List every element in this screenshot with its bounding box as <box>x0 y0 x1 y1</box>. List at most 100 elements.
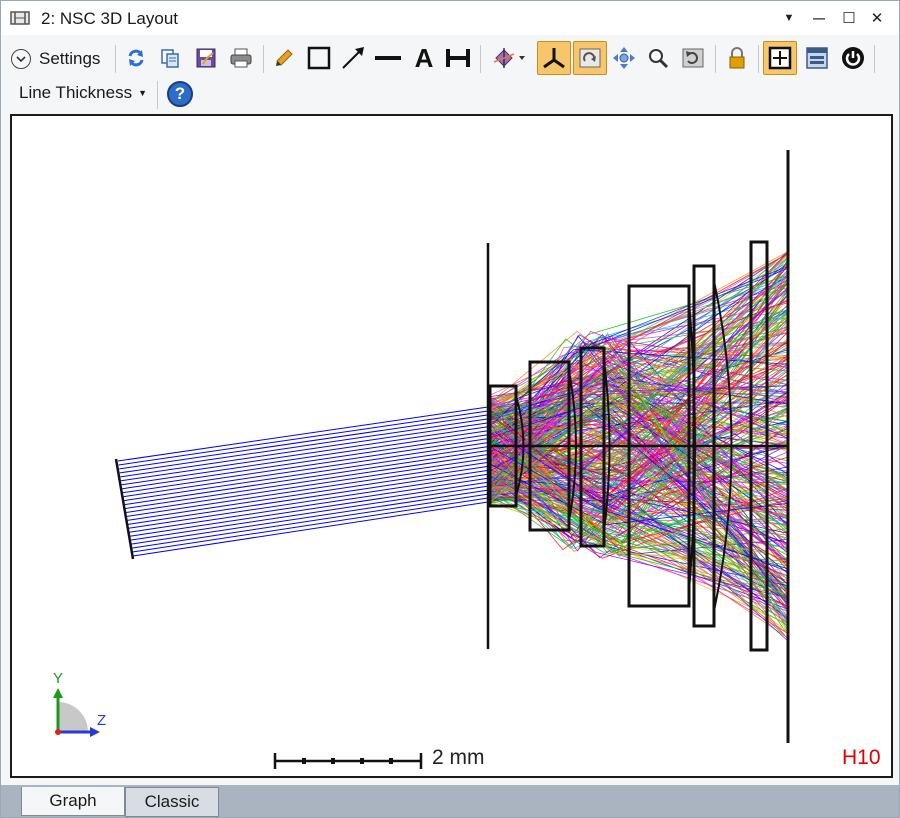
blue-ray <box>129 481 489 537</box>
zoom-icon <box>649 49 669 69</box>
rotate-axes-dropdown[interactable] <box>489 43 529 73</box>
blue-ray <box>121 426 489 482</box>
line-icon <box>375 56 401 60</box>
line-thickness-label: Line Thickness <box>19 83 133 102</box>
stop-icon <box>842 47 864 69</box>
refresh-button[interactable] <box>121 43 151 73</box>
axis-x-origin <box>55 729 61 735</box>
blue-ray <box>127 465 489 521</box>
window-title: 2: NSC 3D Layout <box>41 9 179 28</box>
blue-ray <box>130 485 489 541</box>
blue-ray <box>120 422 489 478</box>
blue-ray <box>132 497 489 553</box>
dimension-icon <box>446 49 470 67</box>
save-icon <box>196 48 216 68</box>
zoom-button[interactable] <box>643 43 673 73</box>
toolbar-separator <box>715 45 716 73</box>
line-thickness-dropdown[interactable]: Line Thickness ▼ <box>19 83 147 103</box>
pencil-icon <box>276 49 293 66</box>
toolbar-separator <box>263 45 264 73</box>
rotate-axes-icon <box>493 48 525 68</box>
fit-icon <box>768 46 792 70</box>
stop-button[interactable] <box>838 43 868 73</box>
toolbar-separator <box>157 81 158 109</box>
configuration-label: H10 <box>842 746 881 769</box>
blue-ray <box>126 461 489 517</box>
source-plane <box>114 458 135 560</box>
help-button[interactable]: ? <box>167 81 193 107</box>
incoming-ray-bundle <box>117 406 489 557</box>
copy-button[interactable] <box>155 43 185 73</box>
reset-view-button[interactable] <box>678 43 708 73</box>
toolbar-separator <box>758 45 759 73</box>
blue-ray <box>124 450 489 506</box>
blue-ray <box>124 446 489 502</box>
title-bar: 2: NSC 3D Layout ▼ — ☐ ✕ <box>1 1 899 35</box>
rotate-view-button[interactable] <box>573 41 607 75</box>
pan-icon <box>613 47 635 69</box>
window: 2: NSC 3D Layout ▼ — ☐ ✕ Settings A Line… <box>0 0 900 818</box>
pan-button[interactable] <box>609 43 639 73</box>
blue-ray <box>121 430 489 486</box>
axes-icon <box>543 48 565 69</box>
reset-view-icon <box>682 48 704 68</box>
pencil-tool-button[interactable] <box>269 43 299 73</box>
blue-ray <box>127 469 489 525</box>
toolbar-separator <box>115 45 116 73</box>
toolbar-separator <box>874 45 875 73</box>
refresh-icon <box>128 49 144 67</box>
maximize-button[interactable]: ☐ <box>837 7 861 29</box>
chevron-down-icon <box>11 49 31 69</box>
copy-icon <box>161 49 179 68</box>
blue-ray <box>125 454 489 509</box>
fit-view-button[interactable] <box>763 41 797 75</box>
settings-label: Settings <box>39 49 101 68</box>
blue-ray <box>128 473 489 529</box>
print-button[interactable] <box>226 43 256 73</box>
toolbar-separator <box>480 45 481 73</box>
window-menu-dropdown-icon[interactable]: ▼ <box>777 7 801 29</box>
layout-window-icon <box>10 11 30 25</box>
dropdown-arrow-icon: ▼ <box>138 88 148 98</box>
axes-view-button[interactable] <box>537 41 571 75</box>
blue-ray <box>126 457 489 513</box>
blue-ray <box>117 406 489 462</box>
line-tool-button[interactable] <box>373 43 403 73</box>
save-button[interactable] <box>191 43 221 73</box>
axis-y-label: Y <box>53 670 64 687</box>
layout-plot <box>53 150 790 769</box>
lock-icon <box>729 47 745 69</box>
axis-y-arrowhead <box>53 688 63 698</box>
dimension-tool-button[interactable] <box>443 43 473 73</box>
arrow-tool-button[interactable] <box>338 43 368 73</box>
rectangle-icon <box>307 46 331 70</box>
blue-ray <box>119 418 489 474</box>
blue-ray <box>122 438 489 494</box>
plot-annotations <box>53 688 423 769</box>
print-icon <box>230 48 252 68</box>
blue-ray <box>129 477 489 533</box>
blue-ray <box>131 489 489 545</box>
blue-ray <box>132 501 489 557</box>
minimize-button[interactable]: — <box>807 7 831 29</box>
rectangle-tool-button[interactable] <box>304 43 334 73</box>
window-options-button[interactable] <box>802 43 832 73</box>
blue-ray <box>122 434 489 490</box>
blue-ray <box>123 442 489 498</box>
arrow-icon <box>342 47 364 69</box>
layout-plot-area[interactable]: 2 mm H10 Y Z <box>10 114 893 778</box>
close-button[interactable]: ✕ <box>865 7 889 29</box>
window-icon <box>806 47 828 69</box>
tab-classic[interactable]: Classic <box>125 787 219 817</box>
rotate-view-icon <box>579 48 601 68</box>
tab-graph[interactable]: Graph <box>21 787 125 816</box>
axis-z-label: Z <box>97 712 107 729</box>
settings-button[interactable]: Settings <box>11 45 100 73</box>
text-icon: A <box>414 42 434 73</box>
lock-button[interactable] <box>722 43 752 73</box>
text-tool-button[interactable]: A <box>409 43 439 73</box>
axis-triad-disc <box>58 702 88 732</box>
blue-ray <box>131 493 489 549</box>
blue-ray <box>119 414 489 470</box>
scale-bar-label: 2 mm <box>432 746 485 769</box>
